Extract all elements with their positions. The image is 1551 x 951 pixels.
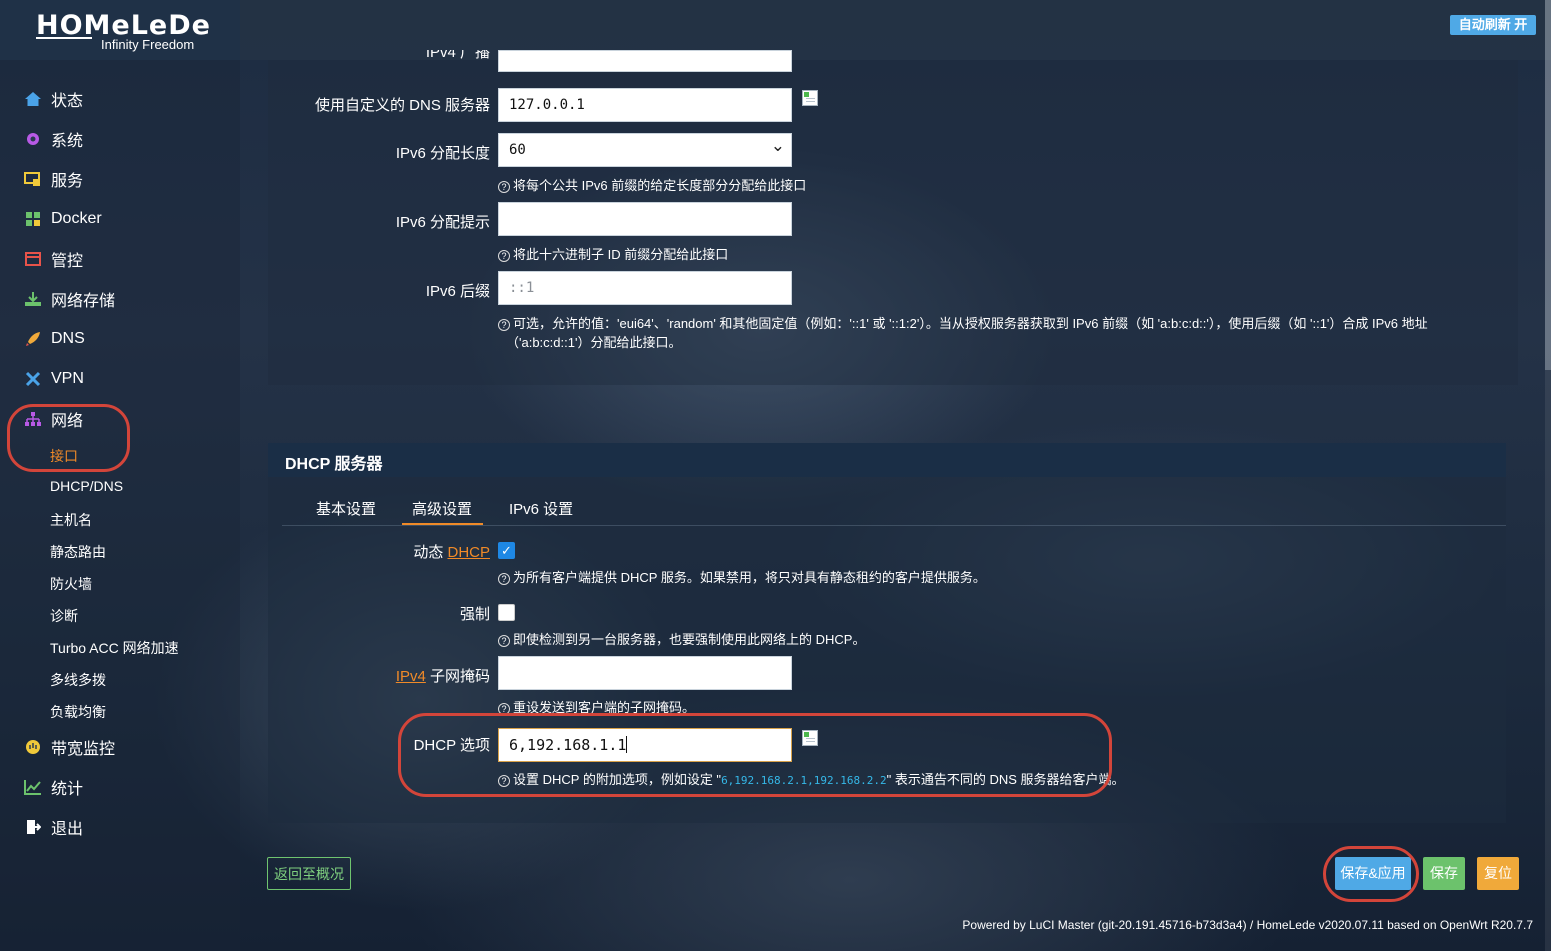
tab-ipv6-settings[interactable]: IPv6 设置 [509,498,573,519]
reset-button[interactable]: 复位 [1477,857,1519,890]
dynamic-dhcp-label: 动态 DHCP [413,544,490,561]
dhcp-link[interactable]: DHCP [447,544,490,561]
bandwidth-icon [24,738,42,756]
auto-refresh-button[interactable]: 自动刷新 开 [1450,15,1536,35]
sidebar-subitem-multiwan[interactable]: 多线多拨 [50,670,106,690]
sidebar-item-status[interactable]: 状态 [24,87,83,111]
ipv6-hint-hint: ? 将此十六进制子 ID 前缀分配给此接口 [498,244,728,263]
sidebar-item-label: 带宽监控 [51,741,116,758]
sidebar-item-label: 退出 [51,821,84,838]
dynamic-dhcp-checkbox[interactable]: ✓ [498,542,515,559]
chart-icon [24,778,42,796]
ipv6-length-label: IPv6 分配长度 [395,145,490,162]
force-label: 强制 [459,606,490,623]
sidebar-item-label: 统计 [51,781,84,798]
sidebar-item-storage[interactable]: 网络存储 [24,287,115,311]
netmask-label: IPv4 子网掩码 [395,668,490,685]
sidebar-subitem-turbo-acc[interactable]: Turbo ACC 网络加速 [50,638,179,658]
sidebar-subitem-hostnames[interactable]: 主机名 [50,510,92,530]
ipv6-suffix-label: IPv6 后缀 [425,283,490,300]
sidebar-item-label: DNS [51,330,85,347]
rocket-icon [24,330,42,348]
tab-advanced-settings[interactable]: 高级设置 [412,498,472,519]
gear-icon [24,130,42,148]
sidebar-item-label: 系统 [51,133,84,150]
docker-icon [24,210,42,228]
scrollbar-thumb[interactable] [1545,0,1551,370]
sidebar-item-logout[interactable]: 退出 [24,815,83,839]
back-to-overview-button[interactable]: 返回至概况 [267,857,351,890]
ipv4-broadcast-label: IPv4 广播 [425,50,490,61]
sidebar-item-label: 网络存储 [51,293,116,310]
logo[interactable]: HOMeLeDe Infinity Freedom [0,0,240,60]
sidebar-item-stats[interactable]: 统计 [24,775,83,799]
sidebar-subitem-static-routes[interactable]: 静态路由 [50,542,106,562]
ipv6-hint-field[interactable] [498,202,792,236]
sidebar-item-bandwidth[interactable]: 带宽监控 [24,735,115,759]
sidebar-item-dns[interactable]: DNS [24,327,85,351]
ipv6-hint-label: IPv6 分配提示 [395,214,490,231]
ipv6-suffix-hint-line2: （'a:b:c:d::1'）分配给此接口。 [506,335,682,350]
sidebar-subitem-firewall[interactable]: 防火墙 [50,574,92,594]
highlight-ring-network [7,404,130,472]
active-tab-indicator [402,523,483,525]
sidebar-subitem-dhcp-dns[interactable]: DHCP/DNS [50,478,123,494]
footer-text: Powered by LuCI Master (git-20.191.45716… [962,918,1533,932]
sidebar-item-label: Docker [51,210,102,227]
sidebar-item-services[interactable]: 服务 [24,167,83,191]
sidebar-subitem-load-balance[interactable]: 负载均衡 [50,702,106,722]
vpn-icon [24,370,42,388]
ipv4-broadcast-field[interactable] [498,50,792,72]
netmask-field[interactable] [498,656,792,690]
ipv6-suffix-hint: ? 可选，允许的值：'eui64'、'random' 和其他固定值（例如：'::1… [498,313,1428,332]
sidebar-item-control[interactable]: 管控 [24,247,83,271]
ipv6-suffix-field[interactable]: ::1 [498,271,792,305]
dhcp-section-title: DHCP 服务器 [285,456,383,473]
sidebar-item-system[interactable]: 系统 [24,127,83,151]
sidebar-item-label: VPN [51,370,84,387]
sidebar-item-vpn[interactable]: VPN [24,367,84,391]
sidebar-item-docker[interactable]: Docker [24,207,102,231]
sidebar-item-label: 服务 [51,173,84,190]
ipv4-link[interactable]: IPv4 [396,668,426,685]
storage-icon [24,290,42,308]
control-icon [24,250,42,268]
service-icon [24,170,42,188]
dns-server-label: 使用自定义的 DNS 服务器 [314,97,490,114]
dns-server-field[interactable]: 127.0.0.1 [498,88,792,122]
sidebar-item-label: 状态 [51,93,84,110]
sidebar-item-label: 管控 [51,253,84,270]
logo-tagline: Infinity Freedom [101,37,195,52]
tab-basic-settings[interactable]: 基本设置 [316,498,376,519]
sidebar-subitem-diagnostics[interactable]: 诊断 [50,606,78,626]
ipv6-length-hint: ? 将每个公共 IPv6 前缀的给定长度部分分配给此接口 [498,175,806,194]
dynamic-dhcp-hint: ? 为所有客户端提供 DHCP 服务。如果禁用，将只对具有静态租约的客户提供服务。 [498,567,986,586]
logo-underline [36,37,92,39]
logout-icon [24,818,42,836]
home-icon [24,90,42,108]
add-entry-icon[interactable] [802,90,818,106]
dhcp-title-bar [268,443,1506,477]
save-button[interactable]: 保存 [1423,857,1465,890]
highlight-ring-apply [1323,846,1419,902]
force-checkbox[interactable] [498,604,515,621]
ipv6-length-select[interactable]: 60 [498,130,792,167]
highlight-ring-dhcp-options [398,713,1112,797]
force-hint: ? 即使检测到另一台服务器，也要强制使用此网络上的 DHCP。 [498,629,865,648]
